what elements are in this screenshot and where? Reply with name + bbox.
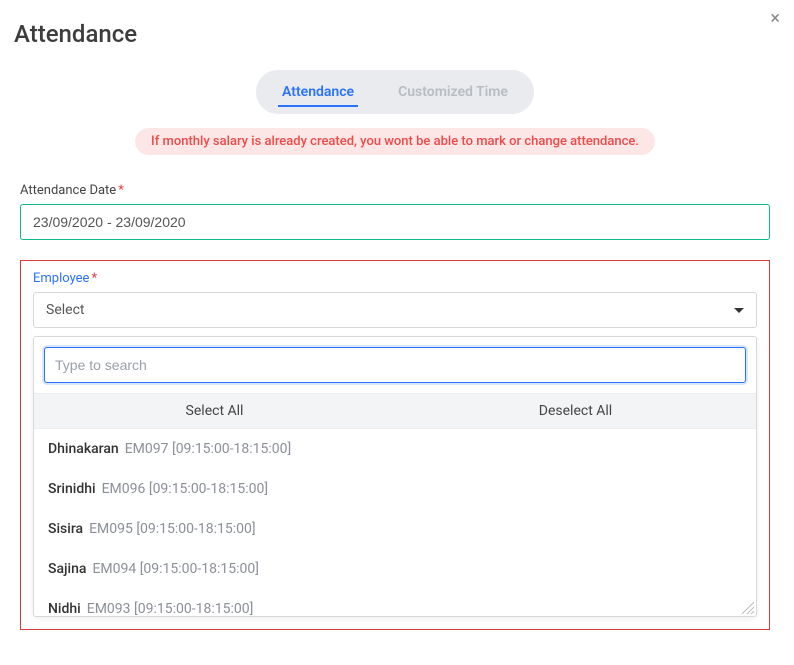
tab-customized-time[interactable]: Customized Time	[376, 74, 530, 110]
employee-option-name: Nidhi	[48, 601, 81, 616]
chevron-down-icon	[734, 308, 744, 313]
employee-option-meta: EM093 [09:15:00-18:15:00]	[87, 601, 254, 616]
form-area: Attendance Date* Employee* Select Select…	[12, 183, 778, 630]
employee-option[interactable]: Dhinakaran EM097 [09:15:00-18:15:00]	[34, 429, 756, 469]
employee-search-input[interactable]	[44, 347, 746, 383]
required-asterisk: *	[91, 271, 97, 286]
employee-option-name: Sisira	[48, 521, 83, 537]
attendance-date-input[interactable]	[20, 204, 770, 240]
tabs: Attendance Customized Time	[256, 70, 534, 114]
employee-options-list[interactable]: Dhinakaran EM097 [09:15:00-18:15:00] Srin…	[34, 429, 756, 616]
warning-banner: If monthly salary is already created, yo…	[135, 128, 655, 155]
select-controls: Select All Deselect All	[34, 393, 756, 429]
deselect-all-button[interactable]: Deselect All	[395, 394, 756, 428]
search-wrap	[34, 337, 756, 393]
employee-label: Employee*	[33, 271, 757, 286]
employee-option-meta: EM094 [09:15:00-18:15:00]	[92, 561, 259, 577]
tabs-container: Attendance Customized Time	[12, 70, 778, 114]
employee-label-text: Employee	[33, 271, 89, 286]
attendance-date-label: Attendance Date*	[20, 183, 770, 198]
employee-option[interactable]: Sajina EM094 [09:15:00-18:15:00]	[34, 549, 756, 589]
required-asterisk: *	[118, 183, 124, 198]
employee-option-meta: EM097 [09:15:00-18:15:00]	[125, 441, 292, 457]
employee-select-value: Select	[46, 302, 84, 318]
employee-option-meta: EM096 [09:15:00-18:15:00]	[102, 481, 269, 497]
select-all-button[interactable]: Select All	[34, 394, 395, 428]
attendance-modal: × Attendance Attendance Customized Time …	[0, 0, 794, 630]
attendance-date-label-text: Attendance Date	[20, 183, 116, 198]
page-title: Attendance	[14, 20, 778, 48]
employee-option-name: Dhinakaran	[48, 441, 119, 457]
employee-option[interactable]: Nidhi EM093 [09:15:00-18:15:00]	[34, 589, 756, 616]
employee-option-name: Srinidhi	[48, 481, 96, 497]
employee-option[interactable]: Srinidhi EM096 [09:15:00-18:15:00]	[34, 469, 756, 509]
employee-option[interactable]: Sisira EM095 [09:15:00-18:15:00]	[34, 509, 756, 549]
tab-attendance[interactable]: Attendance	[260, 74, 376, 110]
close-icon[interactable]: ×	[770, 10, 780, 28]
employee-select[interactable]: Select	[33, 292, 757, 328]
employee-dropdown: Select All Deselect All Dhinakaran EM097 …	[33, 336, 757, 617]
employee-option-meta: EM095 [09:15:00-18:15:00]	[89, 521, 256, 537]
employee-option-name: Sajina	[48, 561, 86, 577]
employee-section: Employee* Select Select All Deselect All…	[20, 260, 770, 630]
warning-row: If monthly salary is already created, yo…	[12, 128, 778, 155]
